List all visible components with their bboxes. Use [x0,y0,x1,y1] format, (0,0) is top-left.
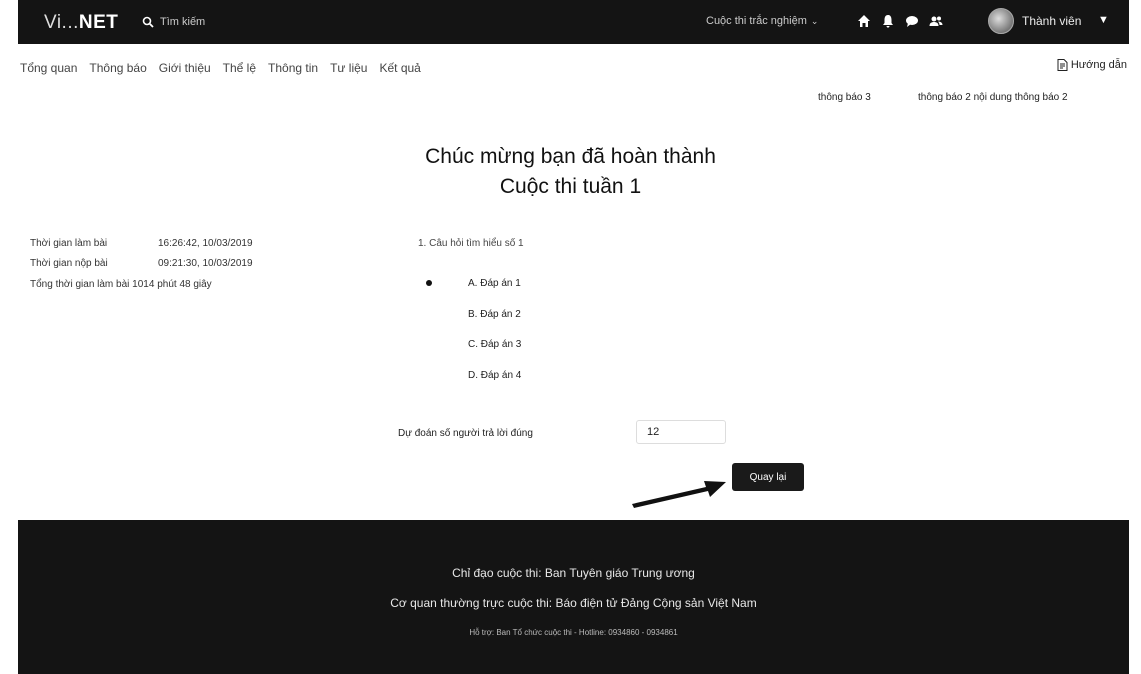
tab-rules[interactable]: Thể lệ [223,61,256,75]
answer-option-a: A. Đáp án 1 [468,278,521,289]
selected-answer-marker [426,280,432,286]
prediction-label: Dự đoán số người trả lời đúng [398,428,533,439]
search-box[interactable]: Tìm kiếm [142,16,205,28]
start-time-label: Thời gian làm bài [30,238,108,249]
notice-item[interactable]: thông báo 3 [818,92,871,103]
guide-label: Hướng dẫn [1070,59,1127,71]
contest-menu[interactable]: Cuộc thi trắc nghiệm ⌄ [706,15,818,27]
answer-option-b: B. Đáp án 2 [468,309,521,320]
submit-time-value: 09:21:30, 10/03/2019 [158,258,253,269]
search-placeholder: Tìm kiếm [160,16,206,28]
footer-organizer: Chỉ đạo cuộc thi: Ban Tuyên giáo Trung ư… [452,566,695,580]
site-footer: Chỉ đạo cuộc thi: Ban Tuyên giáo Trung ư… [18,520,1129,674]
tab-documents[interactable]: Tư liệu [330,61,367,75]
contest-menu-label: Cuộc thi trắc nghiệm [706,15,807,27]
users-icon[interactable] [928,13,944,29]
prediction-input[interactable] [636,420,726,444]
bell-icon[interactable] [880,13,896,29]
result-title-line1: Chúc mừng bạn đã hoàn thành [425,145,716,168]
notice-item[interactable]: thông báo 2 nội dung thông báo 2 [918,92,1068,103]
tab-announcements[interactable]: Thông báo [89,61,146,75]
answer-option-d: D. Đáp án 4 [468,370,522,381]
site-logo[interactable]: Vi...NET [44,12,118,34]
total-time-value: 1014 phút 48 giây [132,279,212,290]
chat-icon[interactable] [904,13,920,29]
total-time-label: Tổng thời gian làm bài [30,279,130,290]
answer-option-c: C. Đáp án 3 [468,339,522,350]
arrow-annotation [632,481,726,508]
logo-prefix: Vi... [44,12,79,33]
tab-results[interactable]: Kết quả [379,61,420,75]
logo-bold: NET [78,12,119,33]
tab-overview[interactable]: Tổng quan [20,61,77,75]
home-icon[interactable] [856,13,872,29]
chevron-down-icon: ⌄ [810,16,819,26]
start-time-value: 16:26:42, 10/03/2019 [158,238,253,249]
guide-link[interactable]: Hướng dẫn [1057,59,1127,71]
footer-support: Hỗ trợ: Ban Tổ chức cuộc thi - Hotline: … [469,628,678,637]
member-menu-label[interactable]: Thành viên [1022,14,1081,28]
top-navbar: Vi...NET Tìm kiếm Cuộc thi trắc nghiệm ⌄ … [18,0,1129,44]
main-nav-tabs: Tổng quan Thông báo Giới thiệu Thể lệ Th… [20,61,421,75]
start-time-row: Thời gian làm bài 16:26:42, 10/03/2019 [30,238,253,249]
result-title-line2: Cuộc thi tuần 1 [499,175,642,198]
submit-time-row: Thời gian nộp bài 09:21:30, 10/03/2019 [30,258,253,269]
tab-introduction[interactable]: Giới thiệu [159,61,211,75]
submit-time-label: Thời gian nộp bài [30,258,108,269]
document-icon [1057,59,1068,71]
tab-information[interactable]: Thông tin [268,61,318,75]
caret-down-icon[interactable]: ▼ [1098,14,1109,26]
question-text: 1. Câu hỏi tìm hiểu số 1 [418,238,524,249]
avatar[interactable] [988,8,1014,34]
search-icon [142,16,154,28]
back-button[interactable]: Quay lại [732,463,804,491]
footer-standing-agency: Cơ quan thường trực cuộc thi: Báo điện t… [390,596,757,610]
total-time-row: Tổng thời gian làm bài 1014 phút 48 giây [30,279,212,290]
